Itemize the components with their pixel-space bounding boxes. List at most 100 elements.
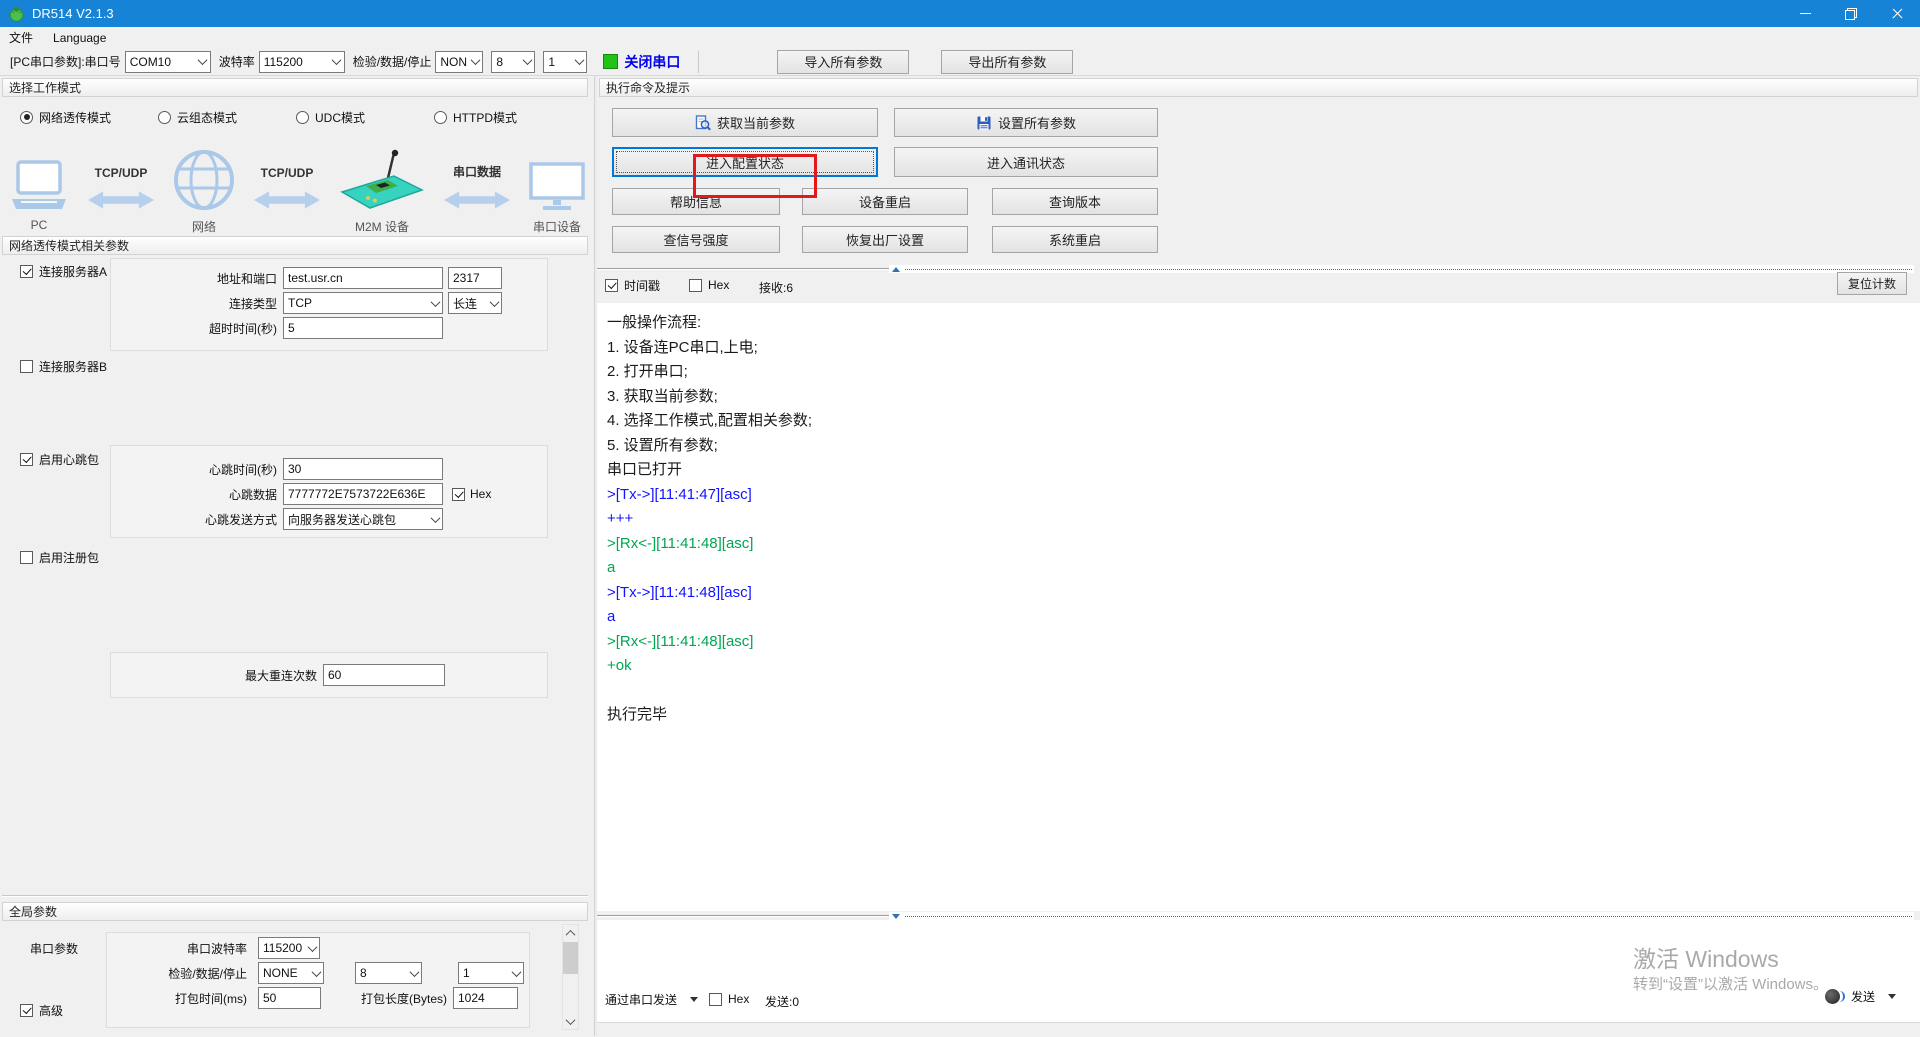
port-select[interactable]: COM10 — [125, 51, 211, 73]
work-mode-header: 选择工作模式 — [2, 78, 588, 97]
keepalive-select[interactable]: 长连 — [448, 292, 502, 314]
radio-net-passthrough[interactable]: 网络透传模式 — [20, 109, 111, 125]
advanced-checkbox[interactable]: 高级 — [20, 1002, 63, 1018]
conn-type-label: 连接类型 — [111, 295, 277, 312]
section-divider — [2, 895, 588, 897]
restore-button[interactable] — [1828, 0, 1874, 27]
log-line — [607, 679, 1910, 704]
export-params-button[interactable]: 导出所有参数 — [941, 50, 1073, 74]
query-version-button[interactable]: 查询版本 — [992, 188, 1158, 215]
log-line: 2. 打开串口; — [607, 360, 1910, 385]
stopbits-select[interactable]: 1 — [543, 51, 587, 73]
databits-select[interactable]: 8 — [491, 51, 535, 73]
hb-hex-checkbox[interactable] — [452, 488, 465, 501]
server-b-checkbox[interactable]: 连接服务器B — [20, 358, 107, 374]
query-signal-button[interactable]: 查信号强度 — [612, 226, 780, 253]
set-params-button[interactable]: 设置所有参数 — [894, 108, 1158, 137]
log-splitter-top[interactable] — [597, 265, 1920, 273]
menu-language[interactable]: Language — [53, 31, 106, 45]
minimize-button[interactable] — [1782, 0, 1828, 27]
m2m-node: M2M 设备 — [338, 148, 426, 234]
g-stopbits-select[interactable]: 1 — [458, 962, 524, 984]
baud-select[interactable]: 115200 — [259, 51, 345, 73]
global-params-header: 全局参数 — [2, 902, 588, 921]
server-port-input[interactable]: 2317 — [448, 267, 502, 289]
g-psd-label: 检验/数据/停止 — [107, 965, 247, 982]
hb-mode-label: 心跳发送方式 — [111, 511, 277, 528]
checkbox-label: 启用心跳包 — [39, 451, 99, 468]
send-hex-checkbox[interactable]: Hex — [709, 991, 749, 1007]
system-reboot-button[interactable]: 系统重启 — [992, 226, 1158, 253]
radio-label: 云组态模式 — [177, 109, 237, 126]
conn-type-select[interactable]: TCP — [283, 292, 443, 314]
scroll-down-icon[interactable] — [563, 1013, 578, 1029]
send-button[interactable]: 发送 — [1825, 984, 1896, 1008]
help-button[interactable]: 帮助信息 — [612, 188, 780, 215]
chevron-down-icon — [407, 970, 421, 977]
server-address-input[interactable]: test.usr.cn — [283, 267, 443, 289]
enter-config-button[interactable]: 进入配置状态 — [612, 147, 878, 177]
register-checkbox[interactable]: 启用注册包 — [20, 549, 99, 565]
scroll-up-icon[interactable] — [563, 925, 578, 941]
g-baud-select[interactable]: 115200 — [258, 937, 320, 959]
collapse-down-icon[interactable] — [892, 914, 900, 919]
log-hex-checkbox[interactable]: Hex — [689, 277, 729, 293]
reconnect-input[interactable]: 60 — [323, 664, 445, 686]
log-line: 4. 选择工作模式,配置相关参数; — [607, 409, 1910, 434]
checkbox-label: 高级 — [39, 1002, 63, 1019]
hb-mode-select[interactable]: 向服务器发送心跳包 — [283, 508, 443, 530]
heartbeat-checkbox[interactable]: 启用心跳包 — [20, 451, 99, 467]
log-line: 1. 设备连PC串口,上电; — [607, 336, 1910, 361]
parity-select[interactable]: NONE — [435, 51, 483, 73]
pack-len-input[interactable]: 1024 — [453, 987, 518, 1009]
right-command-panel: 执行命令及提示 获取当前参数 设置所有参数 进入配置状态 进入通讯状态 帮助信息… — [597, 76, 1920, 1036]
checkbox-label: 连接服务器B — [39, 358, 107, 375]
enter-comm-button[interactable]: 进入通讯状态 — [894, 147, 1158, 177]
pack-time-input[interactable]: 50 — [258, 987, 321, 1009]
net-params-header: 网络透传模式相关参数 — [2, 236, 588, 255]
addr-label: 地址和端口 — [111, 270, 277, 287]
radio-udc[interactable]: UDC模式 — [296, 109, 365, 125]
scroll-thumb[interactable] — [563, 942, 578, 974]
import-params-button[interactable]: 导入所有参数 — [777, 50, 909, 74]
collapse-up-icon[interactable] — [892, 267, 900, 272]
server-a-checkbox[interactable]: 连接服务器A — [20, 263, 107, 279]
link-pc-net: TCP/UDP — [88, 166, 154, 234]
link-label: 串口数据 — [453, 163, 501, 180]
left-scrollbar[interactable] — [562, 924, 579, 1030]
command-header: 执行命令及提示 — [599, 78, 1918, 97]
pc-node: PC — [8, 160, 70, 234]
get-params-button[interactable]: 获取当前参数 — [612, 108, 878, 137]
dropdown-arrow-icon — [690, 997, 698, 1002]
close-button[interactable] — [1874, 0, 1920, 27]
close-icon — [1891, 7, 1904, 20]
reset-count-button[interactable]: 复位计数 — [1837, 272, 1907, 295]
baud-label: 波特率 — [219, 53, 255, 70]
port-open-led-icon — [603, 54, 618, 69]
g-parity-select[interactable]: NONE — [258, 962, 324, 984]
globe-icon — [172, 148, 236, 212]
hb-time-input[interactable]: 30 — [283, 458, 443, 480]
g-databits-select[interactable]: 8 — [355, 962, 422, 984]
log-line: >[Rx<-][11:41:48][asc] — [607, 630, 1910, 655]
hb-data-input[interactable]: 7777772E7573722E636E — [283, 483, 443, 505]
timeout-input[interactable]: 5 — [283, 317, 443, 339]
log-output[interactable]: 一般操作流程: 1. 设备连PC串口,上电; 2. 打开串口; 3. 获取当前参… — [597, 303, 1920, 911]
factory-reset-button[interactable]: 恢复出厂设置 — [802, 226, 968, 253]
m2m-device-icon — [338, 148, 426, 212]
link-label: TCP/UDP — [95, 166, 148, 180]
radio-httpd[interactable]: HTTPD模式 — [434, 109, 517, 125]
serial-params-label: 串口参数 — [30, 940, 78, 957]
log-splitter-bottom[interactable] — [597, 912, 1920, 920]
device-reboot-button[interactable]: 设备重启 — [802, 188, 968, 215]
timestamp-checkbox[interactable]: 时间戳 — [605, 277, 660, 293]
checkbox-label: 启用注册包 — [39, 549, 99, 566]
send-via-label: 通过串口发送 — [605, 991, 677, 1008]
close-port-button[interactable]: 关闭串口 — [624, 52, 680, 72]
reconnect-box: 最大重连次数 60 — [110, 652, 548, 698]
send-via-dropdown[interactable]: 通过串口发送 — [605, 988, 698, 1010]
radio-cloud[interactable]: 云组态模式 — [158, 109, 237, 125]
menu-file[interactable]: 文件 — [9, 29, 33, 46]
log-line: 执行完毕 — [607, 703, 1910, 728]
pack-len-label: 打包长度(Bytes) — [321, 990, 447, 1007]
